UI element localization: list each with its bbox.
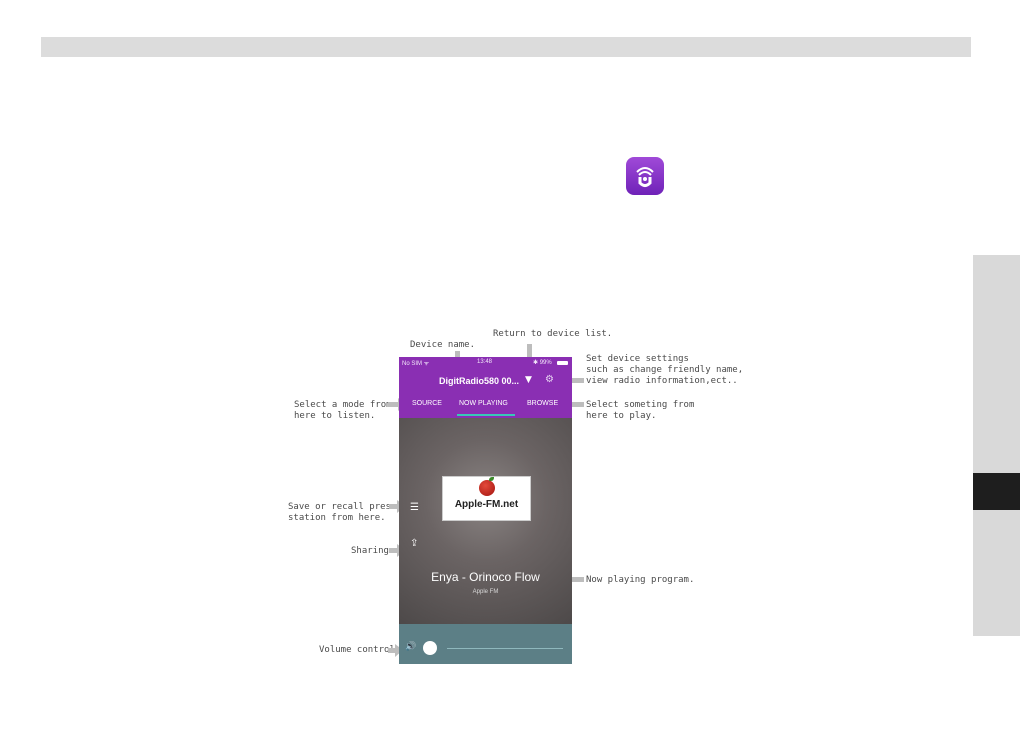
station-logo-text: Apple-FM.net: [454, 499, 519, 510]
status-battery-text: ✱ 99%: [533, 360, 552, 366]
tab-now-playing[interactable]: NOW PLAYING: [459, 400, 508, 407]
app-header: No SIM ᯤ 13:48 ✱ 99% DigitRadio580 00...…: [399, 357, 572, 418]
volume-slider-track[interactable]: [447, 648, 563, 649]
volume-bar: 🔊: [399, 624, 572, 664]
device-name[interactable]: DigitRadio580 00...: [439, 376, 519, 386]
share-icon[interactable]: ⇪: [410, 538, 418, 549]
active-tab-indicator: [457, 414, 515, 416]
gear-icon[interactable]: ⚙: [545, 374, 554, 385]
battery-icon: [557, 361, 568, 365]
station-logo: Apple-FM.net: [442, 476, 531, 521]
list-icon[interactable]: ☰: [410, 502, 419, 513]
tab-source[interactable]: SOURCE: [412, 400, 442, 407]
chevron-down-icon[interactable]: ▼: [525, 375, 532, 385]
volume-slider-knob[interactable]: [423, 641, 437, 655]
now-playing-panel: Apple-FM.net ☰ ⇪ Enya - Orinoco Flow App…: [399, 418, 572, 624]
station-name: Apple FM: [472, 589, 499, 595]
track-title: Enya - Orinoco Flow: [431, 570, 540, 584]
phone-screen: No SIM ᯤ 13:48 ✱ 99% DigitRadio580 00...…: [399, 357, 572, 664]
apple-icon: [479, 480, 495, 496]
speaker-icon[interactable]: 🔊: [405, 642, 416, 652]
status-time: 13:48: [477, 359, 493, 365]
status-carrier: No SIM ᯤ: [402, 361, 430, 367]
leaf-icon: [489, 477, 494, 481]
tab-browse[interactable]: BROWSE: [527, 400, 558, 407]
